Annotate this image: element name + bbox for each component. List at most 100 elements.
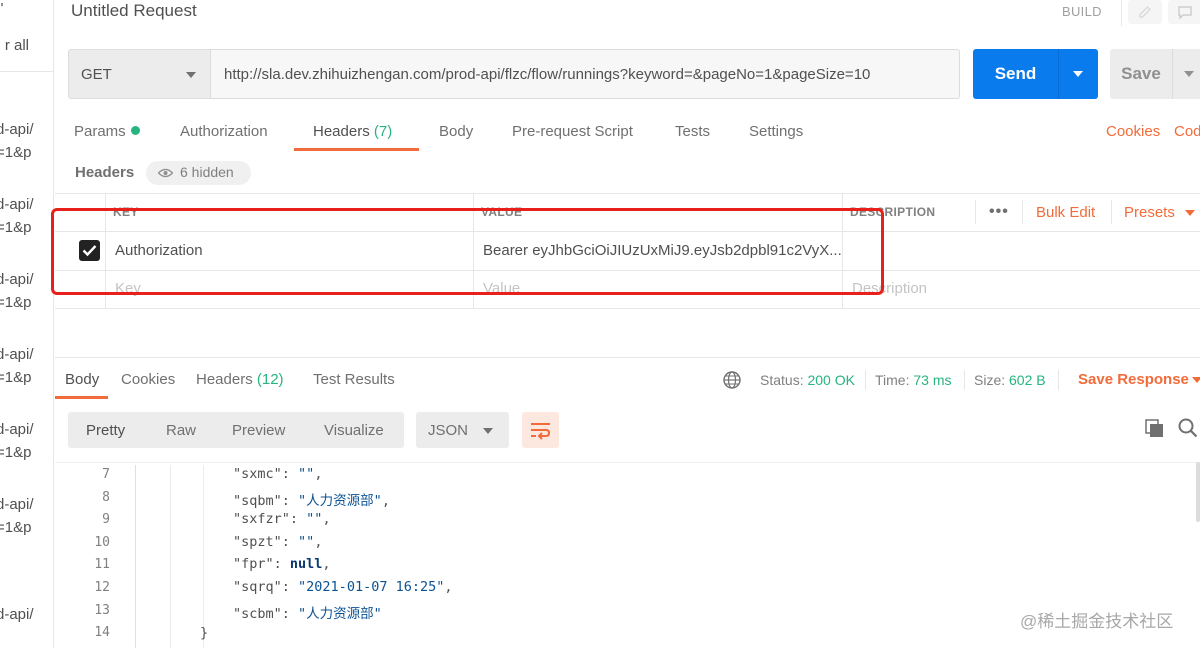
table-bottom-border: [55, 308, 1200, 309]
annotation-highlight-box: [51, 208, 884, 295]
code-line: "fpr": null,: [233, 556, 331, 572]
view-pretty-button[interactable]: Pretty: [86, 422, 125, 439]
history-item[interactable]: d-api/ =1&p: [0, 493, 50, 568]
save-button[interactable]: Save: [1110, 49, 1200, 99]
tab-headers[interactable]: Headers (7): [313, 123, 392, 140]
table-top-border: [55, 193, 1200, 194]
history-item-line: =1&p: [0, 219, 32, 236]
response-headers-count: (12): [256, 371, 284, 388]
status-value: 200 OK: [807, 372, 855, 388]
history-item[interactable]: d-api/ =1&p: [0, 418, 50, 493]
tab-params[interactable]: Params: [74, 123, 140, 140]
history-item-line: d-api/: [0, 421, 34, 438]
response-tab-cookies[interactable]: Cookies: [121, 371, 175, 388]
json-key: "sqbm": [233, 493, 282, 509]
presets-dropdown[interactable]: Presets: [1124, 204, 1175, 221]
params-indicator-dot: [130, 126, 140, 135]
view-visualize-button[interactable]: Visualize: [324, 422, 384, 439]
response-tab-body[interactable]: Body: [65, 371, 99, 388]
globe-icon[interactable]: [722, 370, 742, 390]
tab-tests[interactable]: Tests: [675, 123, 710, 140]
line-number: 14: [94, 625, 110, 640]
url-input[interactable]: http://sla.dev.zhihuizhengan.com/prod-ap…: [211, 49, 960, 99]
eye-icon: [158, 168, 173, 178]
save-divider: [1172, 49, 1173, 99]
wrap-lines-button[interactable]: [522, 412, 559, 448]
save-options-chevron-icon[interactable]: [1184, 71, 1194, 77]
method-value: GET: [81, 66, 112, 83]
send-button[interactable]: Send: [973, 49, 1098, 99]
tab-prerequest-script[interactable]: Pre-request Script: [512, 123, 633, 140]
save-response-button[interactable]: Save Response: [1078, 371, 1189, 388]
status-label: Status:: [760, 372, 804, 388]
code-line: "spzt": "",: [233, 534, 323, 550]
history-item-line: =1&p: [0, 369, 32, 386]
headers-section-label: Headers: [75, 164, 135, 181]
send-button-label: Send: [994, 64, 1037, 83]
code-line: "sxmc": "",: [233, 466, 323, 482]
line-number: 10: [94, 535, 110, 550]
view-raw-button[interactable]: Raw: [166, 422, 196, 439]
bulk-edit-link[interactable]: Bulk Edit: [1036, 204, 1095, 221]
clear-all-link[interactable]: r all: [5, 37, 29, 54]
history-sidebar: " r all d-api/ =1&p d-api/ =1&p d-api/ =…: [0, 0, 54, 648]
header-divider: [1121, 0, 1122, 26]
code-link[interactable]: Cod: [1174, 123, 1200, 140]
cookies-link[interactable]: Cookies: [1106, 123, 1160, 140]
view-preview-button[interactable]: Preview: [232, 422, 285, 439]
response-tab-test-results[interactable]: Test Results: [313, 371, 395, 388]
presets-chevron-icon: [1185, 210, 1195, 216]
active-tab-indicator: [294, 148, 419, 151]
time-value: 73 ms: [913, 372, 952, 388]
time-label: Time:: [875, 372, 910, 388]
size-label: Size:: [974, 372, 1006, 388]
tab-body[interactable]: Body: [439, 123, 473, 140]
history-item[interactable]: d-api/: [0, 603, 50, 648]
copy-icon[interactable]: [1145, 419, 1165, 439]
response-tab-headers[interactable]: Headers (12): [196, 371, 284, 388]
method-select[interactable]: GET: [68, 49, 211, 99]
size-indicator: Size: 602 B: [974, 372, 1046, 388]
history-item[interactable]: d-api/ =1&p: [0, 193, 50, 268]
format-select[interactable]: JSON: [416, 412, 509, 448]
hidden-headers-toggle[interactable]: 6 hidden: [146, 161, 251, 185]
code-gutter-border: [135, 465, 136, 648]
line-number: 9: [102, 512, 110, 527]
send-options-chevron-icon[interactable]: [1073, 71, 1083, 77]
search-icon[interactable]: [1178, 418, 1198, 438]
json-key: "fpr": [233, 556, 274, 572]
history-item[interactable]: d-api/ =1&p: [0, 118, 50, 193]
save-response-chevron-icon: [1192, 377, 1200, 383]
tab-settings[interactable]: Settings: [749, 123, 803, 140]
history-item[interactable]: d-api/ =1&p: [0, 268, 50, 343]
tab-authorization[interactable]: Authorization: [180, 123, 268, 140]
code-line: "sxfzr": "",: [233, 511, 331, 527]
status-indicator: Status: 200 OK: [760, 372, 855, 388]
line-number: 7: [102, 467, 110, 482]
code-area-top-border: [55, 462, 1200, 463]
sidebar-header: " r all: [0, 0, 53, 72]
json-key: "spzt": [233, 534, 282, 550]
json-value: "": [298, 534, 315, 550]
chevron-down-icon: [186, 72, 196, 78]
more-options-icon[interactable]: •••: [989, 203, 1009, 221]
closing-brace: }: [200, 625, 209, 641]
request-title[interactable]: Untitled Request: [71, 1, 197, 21]
comments-icon[interactable]: [1168, 0, 1200, 24]
history-item-line: =1&p: [0, 519, 32, 536]
edit-icon[interactable]: [1128, 0, 1162, 24]
line-number: 11: [94, 557, 110, 572]
history-item-line: d-api/: [0, 121, 34, 138]
code-scrollbar[interactable]: [1196, 462, 1200, 522]
history-item[interactable]: d-api/ =1&p: [0, 343, 50, 418]
build-mode-label[interactable]: BUILD: [1062, 4, 1102, 19]
json-key: "sxmc": [233, 466, 282, 482]
json-value: "人力资源部": [298, 493, 382, 509]
json-value: "": [306, 511, 323, 527]
indent-guide: [170, 465, 171, 648]
json-key: "sqrq": [233, 579, 282, 595]
tab-params-label: Params: [74, 123, 126, 140]
history-item-line: d-api/: [0, 271, 34, 288]
column-divider: [975, 200, 976, 224]
line-number: 8: [102, 490, 110, 505]
